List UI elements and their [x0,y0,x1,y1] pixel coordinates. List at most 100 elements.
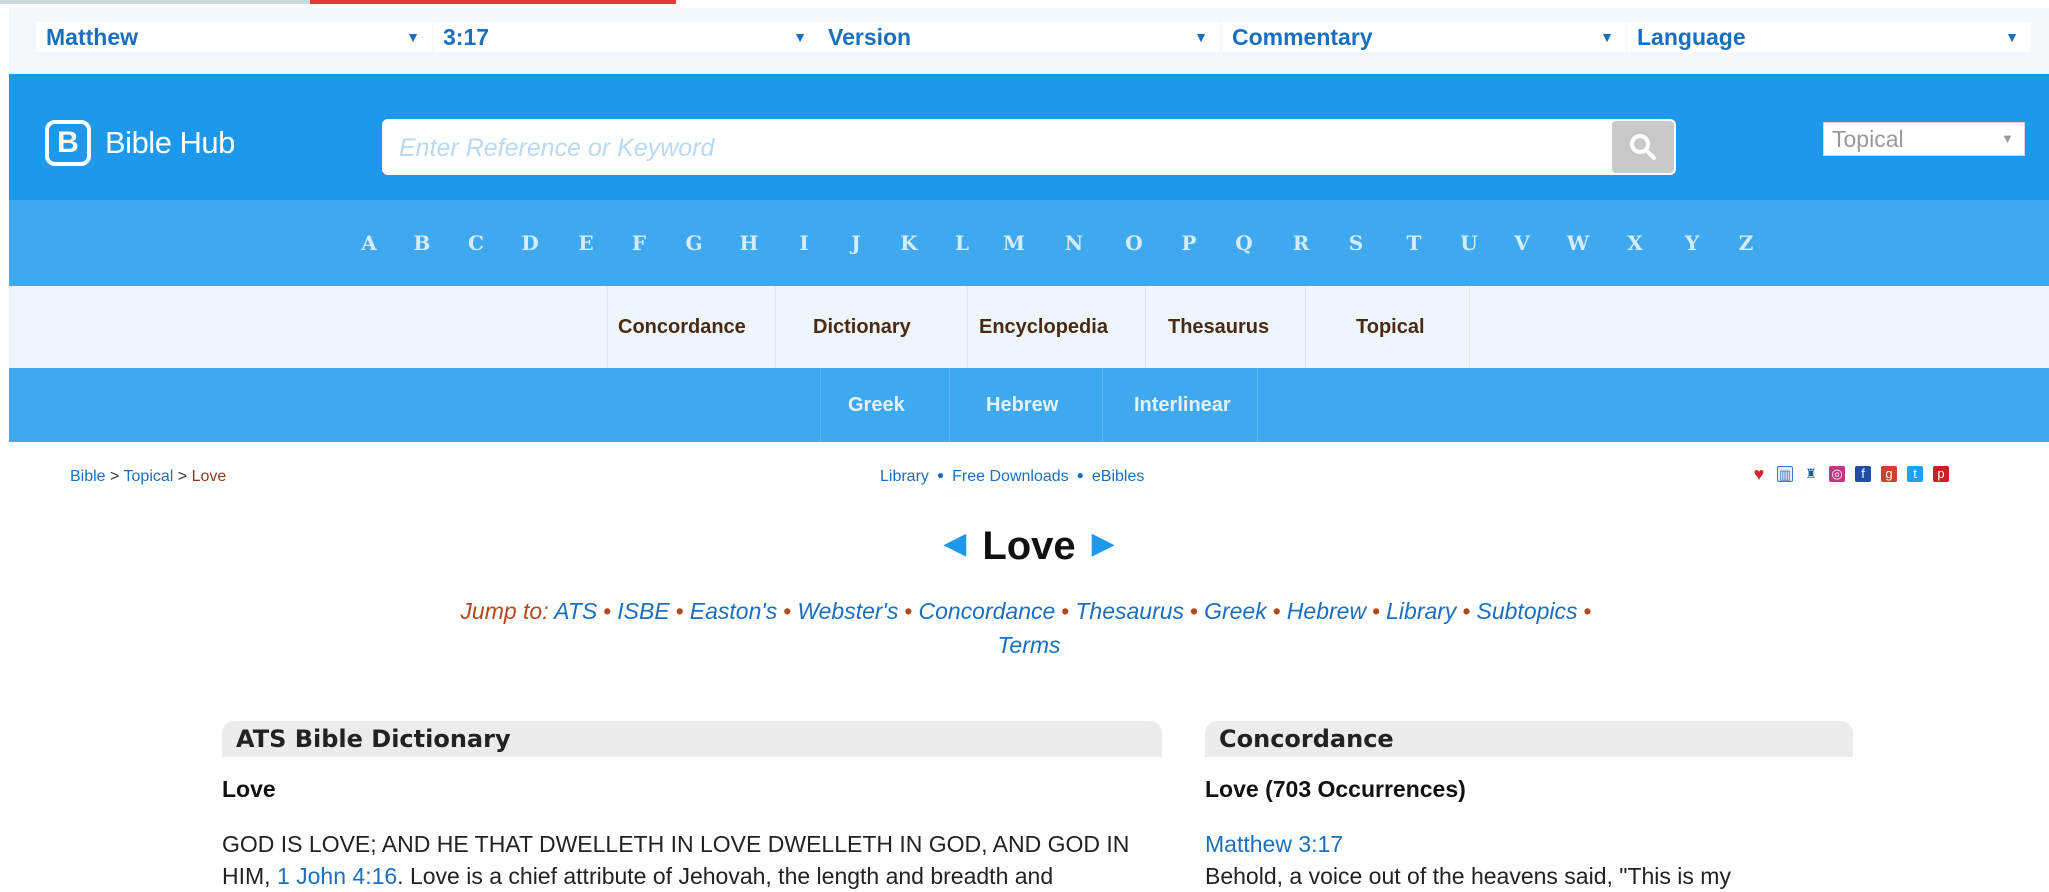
search-box: Enter Reference or Keyword [382,119,1676,175]
jump-link-concordance[interactable]: Concordance [918,598,1055,624]
search-button[interactable] [1612,121,1674,173]
instagram-icon[interactable]: ◎ [1829,466,1845,482]
site-logo[interactable]: B Bible Hub [45,118,235,168]
cbd-icon[interactable]: ♜ [1803,466,1819,482]
alphabet-letter-z[interactable]: Z [1731,231,1761,255]
heart-icon[interactable]: ♥ [1751,465,1767,483]
menu-divider [1257,368,1258,442]
menu-dictionary[interactable]: Dictionary [813,286,911,368]
link-free-downloads[interactable]: Free Downloads [952,468,1069,485]
alphabet-letter-y[interactable]: Y [1677,231,1707,255]
previous-topic-arrow-icon[interactable]: ◀ [943,527,966,560]
commentary-select-label: Commentary [1232,24,1373,50]
alphabet-letter-d[interactable]: D [515,231,545,255]
next-topic-arrow-icon[interactable]: ▶ [1092,527,1115,560]
alphabet-letter-u[interactable]: U [1454,231,1484,255]
jump-link-ats[interactable]: ATS [554,598,597,624]
alphabet-letter-v[interactable]: V [1507,231,1537,255]
search-input[interactable]: Enter Reference or Keyword [399,134,714,163]
dot-separator: • [1061,598,1070,624]
concordance-heading: Concordance [1205,721,1853,757]
alphabet-letter-g[interactable]: G [679,231,709,255]
concordance-count: Love (703 Occurrences) [1205,776,1466,802]
alphabet-letter-s[interactable]: S [1341,231,1371,255]
alphabet-letter-h[interactable]: H [734,231,764,255]
jump-to-links: Jump to: ATS • ISBE • Easton's • Webster's • Con… [429,594,1629,662]
ats-text-fragment: HIM, [222,863,271,889]
dot-separator: • [904,598,913,624]
ats-dictionary-heading: ATS Bible Dictionary [222,721,1162,757]
jump-link-thesaurus[interactable]: Thesaurus [1075,598,1184,624]
commentary-select[interactable]: Commentary ▼ [1222,22,1626,52]
pinterest-icon[interactable]: p [1933,466,1949,482]
tab-strip-gray [0,0,310,4]
book-select[interactable]: Matthew ▼ [36,22,432,52]
language-menu: Greek Hebrew Interlinear [9,368,2049,442]
chapter-verse-select-label: 3:17 [443,24,490,50]
menu-thesaurus[interactable]: Thesaurus [1168,286,1269,368]
browser-top-strip [0,0,2049,8]
jump-link-subtopics[interactable]: Subtopics [1477,598,1578,624]
jump-link-isbe[interactable]: ISBE [617,598,669,624]
alphabet-letter-o[interactable]: O [1119,231,1149,255]
alphabet-letter-m[interactable]: M [999,231,1029,255]
ats-text-line: HIM, 1 John 4:16. Love is a chief attrib… [222,860,1162,892]
dot-separator: ● [936,468,945,482]
version-select[interactable]: Version ▼ [818,22,1220,52]
chevron-down-icon: ▼ [793,29,807,45]
alphabet-letter-i[interactable]: I [789,231,819,255]
alphabet-letter-p[interactable]: P [1174,231,1204,255]
language-select[interactable]: Language ▼ [1627,22,2031,52]
alphabet-letter-x[interactable]: X [1620,231,1650,255]
menu-topical[interactable]: Topical [1356,286,1425,368]
breadcrumb-bible[interactable]: Bible [70,468,106,485]
book-icon[interactable]: ▥ [1777,466,1793,482]
scripture-link[interactable]: 1 John 4:16 [277,863,397,889]
alphabet-letter-t[interactable]: T [1399,231,1429,255]
jump-link-greek[interactable]: Greek [1204,598,1267,624]
concordance-snippet: Behold, a voice out of the heavens said,… [1205,863,1731,889]
jump-link-websters[interactable]: Webster's [797,598,898,624]
ats-text-fragment: . Love is a chief attribute of Jehovah, … [397,863,1054,889]
alphabet-letter-q[interactable]: Q [1229,231,1259,255]
jump-link-terms[interactable]: Terms [997,632,1060,658]
alphabet-letter-e[interactable]: E [571,231,601,255]
dot-separator: • [1272,598,1281,624]
alphabet-letter-b[interactable]: B [407,231,437,255]
dot-separator: • [675,598,684,624]
alphabet-letter-w[interactable]: W [1563,231,1593,255]
search-type-select[interactable]: Topical ▼ [1823,122,2025,156]
link-ebibles[interactable]: eBibles [1092,468,1144,485]
alphabet-letter-r[interactable]: R [1286,231,1316,255]
twitter-icon[interactable]: t [1907,466,1923,482]
google-plus-icon[interactable]: g [1881,466,1897,482]
concordance-ref-link[interactable]: Matthew 3:17 [1205,831,1343,857]
menu-greek[interactable]: Greek [848,368,905,442]
alphabet-letter-k[interactable]: K [894,231,924,255]
jump-link-library[interactable]: Library [1386,598,1456,624]
jump-link-hebrew[interactable]: Hebrew [1287,598,1366,624]
alphabet-letter-n[interactable]: N [1059,231,1089,255]
breadcrumb-topical[interactable]: Topical [124,468,174,485]
alphabet-letter-c[interactable]: C [461,231,491,255]
jump-link-eastons[interactable]: Easton's [690,598,778,624]
jump-to-label: Jump to: [460,598,549,624]
chevron-down-icon: ▼ [2005,29,2019,45]
concordance-entry: Matthew 3:17 Behold, a voice out of the … [1205,828,1853,892]
link-library[interactable]: Library [880,468,929,485]
alphabet-letter-l[interactable]: L [947,231,977,255]
menu-divider [1145,286,1146,368]
search-type-label: Topical [1832,126,1904,152]
menu-interlinear[interactable]: Interlinear [1134,368,1231,442]
facebook-icon[interactable]: f [1855,466,1871,482]
site-header: B Bible Hub Enter Reference or Keyword T… [9,74,2049,200]
menu-concordance[interactable]: Concordance [618,286,746,368]
menu-encyclopedia[interactable]: Encyclopedia [979,286,1108,368]
dot-separator: • [1462,598,1471,624]
social-icons: ♥ ▥ ♜ ◎ f g t p [1751,465,1949,483]
alphabet-letter-a[interactable]: A [354,231,384,255]
chapter-verse-select[interactable]: 3:17 ▼ [433,22,819,52]
alphabet-letter-j[interactable]: J [841,231,871,255]
menu-hebrew[interactable]: Hebrew [986,368,1058,442]
alphabet-letter-f[interactable]: F [624,231,654,255]
